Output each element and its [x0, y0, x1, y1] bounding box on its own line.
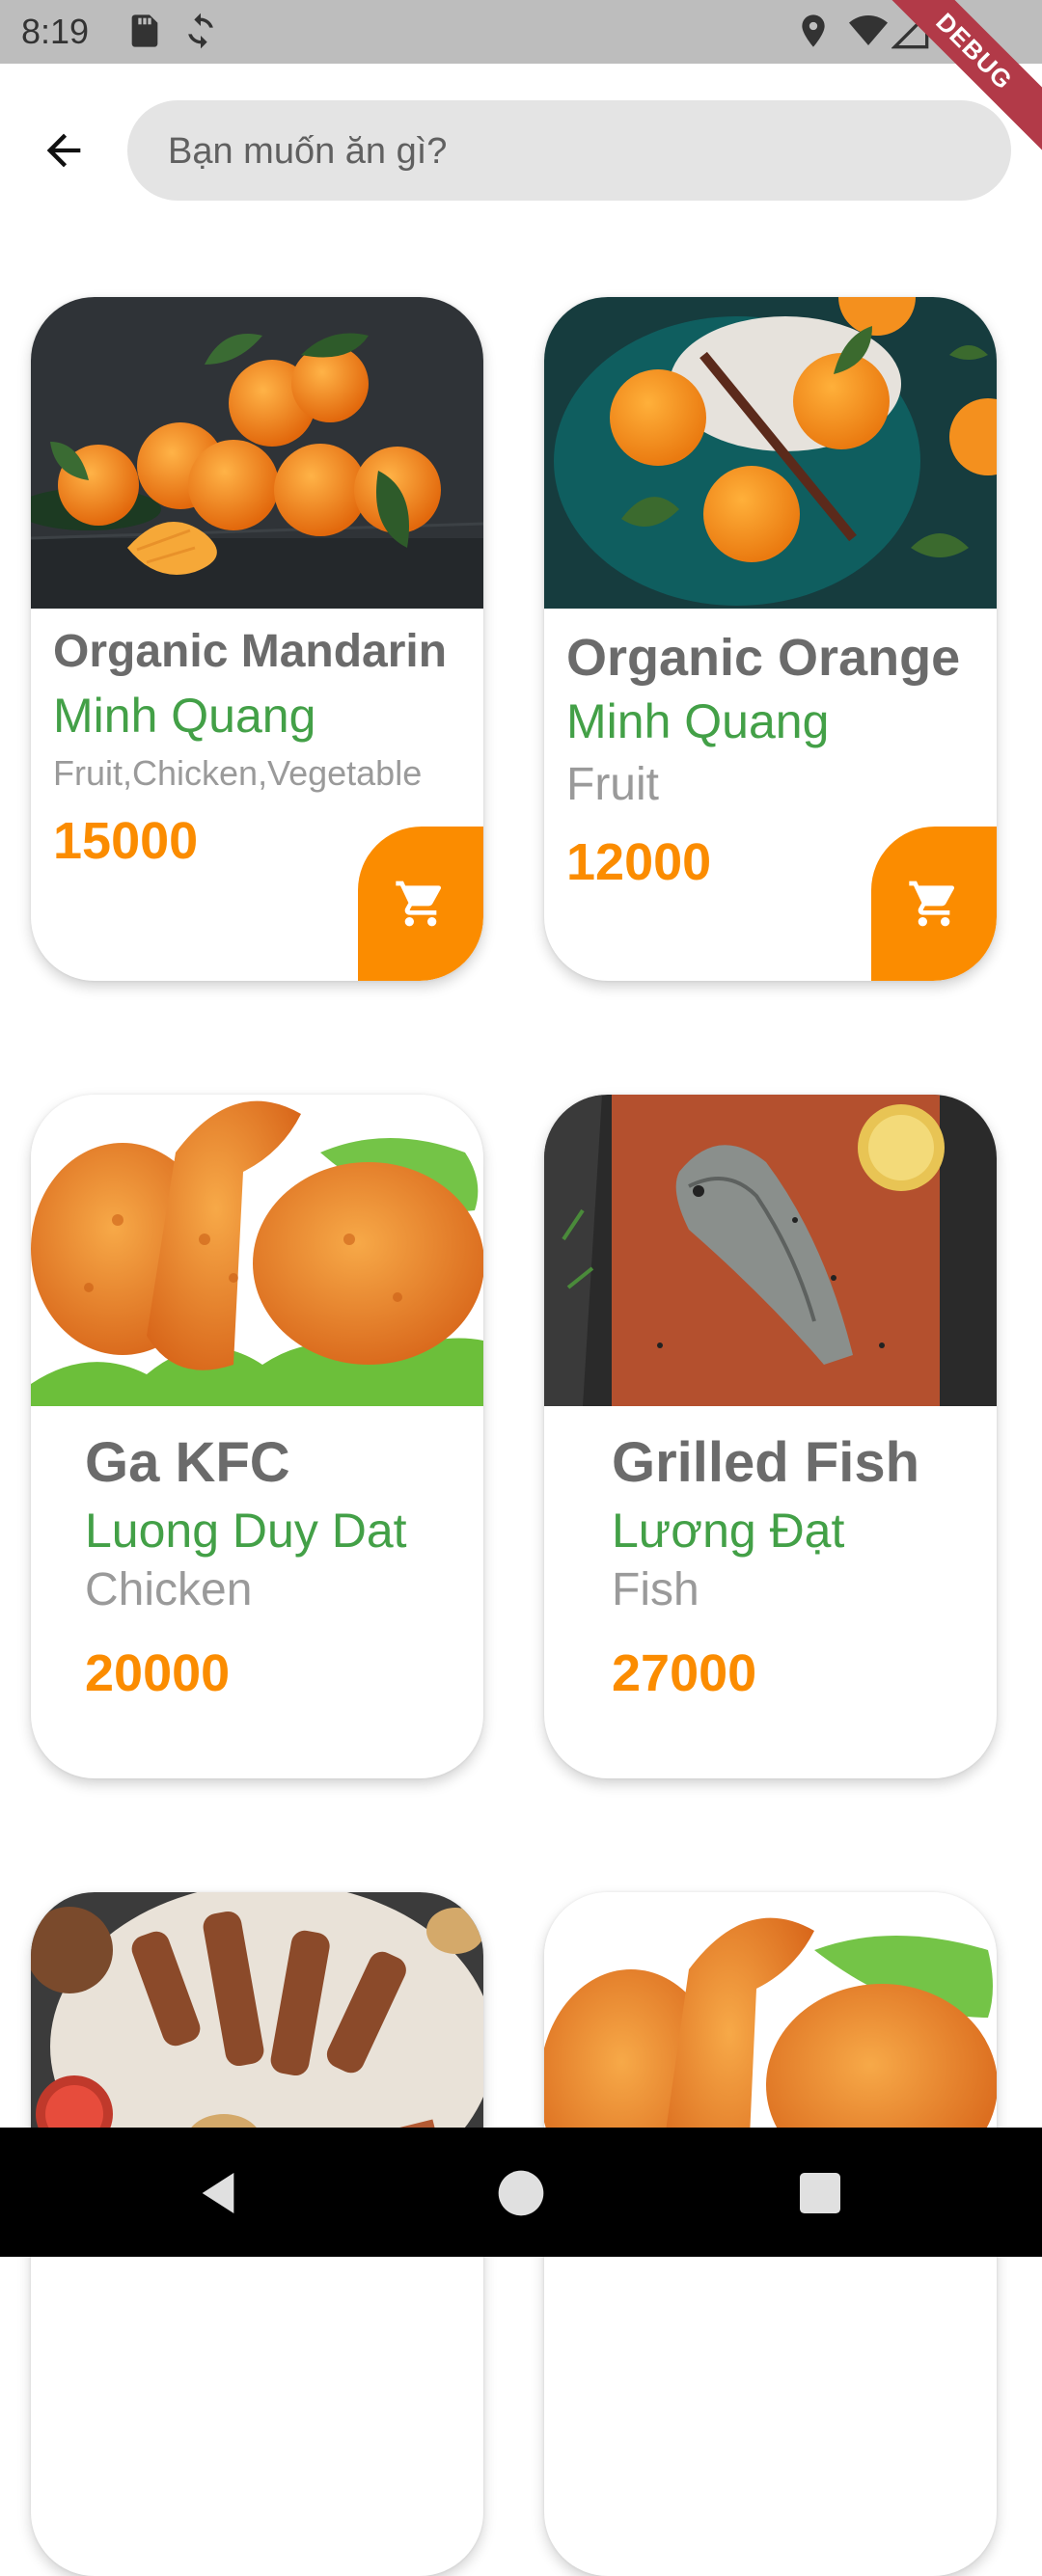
cart-icon: [909, 881, 955, 927]
product-price: 15000: [53, 812, 199, 870]
product-categories: Fruit,Chicken,Vegetable: [53, 753, 423, 793]
wifi-icon: [849, 15, 888, 45]
nav-recents-icon[interactable]: [793, 2166, 847, 2220]
product-title: Organic Orange: [566, 629, 961, 687]
status-time: 8:19: [21, 12, 90, 51]
product-card[interactable]: Organic Orange Minh Quang Fruit 12000: [544, 297, 997, 981]
product-image-orange: [544, 297, 997, 609]
product-categories: Fruit: [566, 759, 659, 810]
product-price: 27000: [612, 1644, 757, 1702]
product-shop: Lương Đạt: [612, 1504, 845, 1558]
product-card[interactable]: Organic Mandarin Minh Quang Fruit,Chicke…: [31, 297, 483, 981]
nav-home-icon[interactable]: [494, 2166, 548, 2220]
product-shop: Luong Duy Dat: [85, 1504, 407, 1558]
sync-icon: [188, 13, 213, 49]
add-to-cart-button[interactable]: [358, 827, 483, 981]
search-input[interactable]: [166, 100, 980, 203]
add-to-cart-button[interactable]: [871, 827, 997, 981]
status-bar: 8:19 DEBUG: [0, 0, 1042, 163]
product-card[interactable]: Grilled Fish Lương Đạt Fish 27000: [544, 1095, 997, 1778]
product-price: 12000: [566, 833, 712, 891]
product-image-chicken: [31, 1095, 483, 1406]
product-title: Grilled Fish: [612, 1431, 920, 1494]
product-image-mandarin: [31, 297, 483, 609]
product-shop: Minh Quang: [53, 689, 316, 743]
nav-back-icon[interactable]: [191, 2166, 245, 2220]
product-title: Organic Mandarin: [53, 626, 448, 677]
product-categories: Chicken: [85, 1564, 253, 1615]
location-icon: [802, 14, 825, 47]
system-nav-bar: [0, 2128, 1042, 2257]
product-image-fish: [544, 1095, 997, 1406]
product-shop: Minh Quang: [566, 694, 830, 748]
sd-card-icon: [131, 14, 158, 47]
product-price: 20000: [85, 1644, 231, 1702]
product-card[interactable]: Ga KFC Luong Duy Dat Chicken 20000: [31, 1095, 483, 1778]
product-categories: Fish: [612, 1564, 699, 1615]
arrow-back-icon: [46, 133, 81, 168]
search-bar[interactable]: [127, 100, 1011, 203]
product-title: Ga KFC: [85, 1431, 290, 1494]
cart-icon: [396, 881, 442, 927]
back-button[interactable]: [29, 116, 98, 185]
